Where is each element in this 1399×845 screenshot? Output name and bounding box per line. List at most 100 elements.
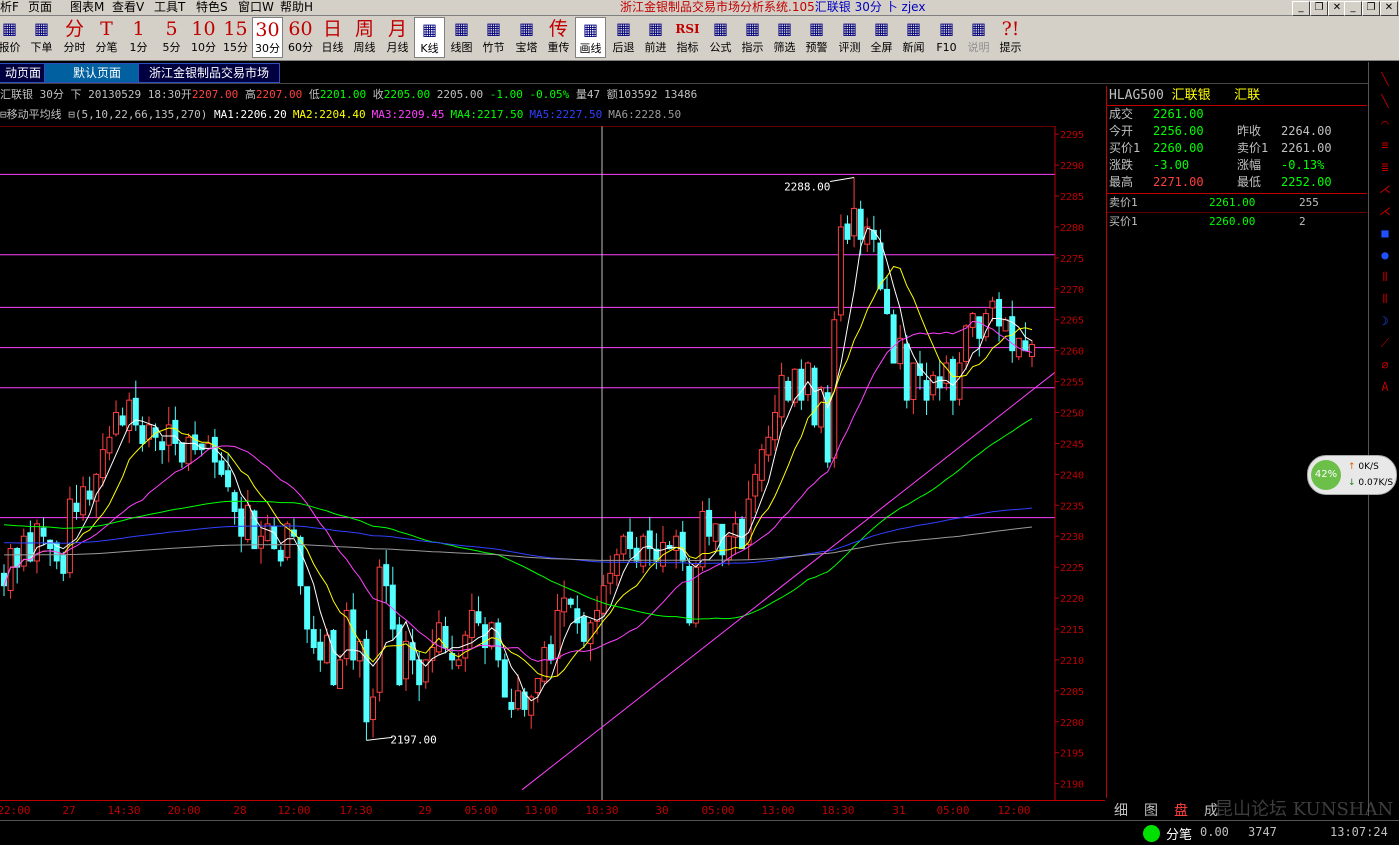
- info-extra: 13486: [664, 88, 698, 101]
- toolbar-label: 筛选: [773, 41, 796, 54]
- filter-icon: ▦: [776, 19, 793, 38]
- toolbar-label: 60分: [288, 41, 313, 54]
- parallel-tool-icon[interactable]: ≡: [1377, 138, 1393, 152]
- menu-special[interactable]: 特色S: [196, 0, 228, 14]
- toolbar-button-8[interactable]: 30 30分: [252, 17, 283, 58]
- candle-body: [785, 380, 792, 401]
- close-button[interactable]: ✕: [1380, 1, 1398, 16]
- toolbar-button-3[interactable]: T 分笔: [91, 17, 122, 58]
- toolbar-button-26[interactable]: ▦ 评测: [834, 17, 865, 58]
- candle-body: [976, 316, 983, 339]
- mdi-restore-button[interactable]: ❐: [1310, 1, 1328, 16]
- menu-window[interactable]: 窗口W: [238, 0, 274, 14]
- toolbar-button-15[interactable]: ▦ 竹节: [478, 17, 509, 58]
- menu-page[interactable]: 页面: [28, 0, 52, 14]
- candle-body: [304, 586, 311, 630]
- candle-body: [113, 412, 120, 435]
- toolbar-button-28[interactable]: ▦ 新闻: [898, 17, 929, 58]
- spiral-tool-icon[interactable]: ☽: [1377, 314, 1393, 328]
- toolbar-button-1[interactable]: ▦ 下单: [26, 17, 57, 58]
- rect-tool-icon[interactable]: ■: [1377, 226, 1393, 240]
- gann-tool-icon[interactable]: ⋌: [1377, 204, 1393, 218]
- candle-body: [613, 554, 620, 576]
- text-tool-icon[interactable]: A: [1377, 380, 1393, 394]
- toolbar-button-13[interactable]: ▦ K线: [414, 17, 445, 58]
- toolbar-button-23[interactable]: ▦ 指示: [737, 17, 768, 58]
- toolbar-button-5[interactable]: 5 5分: [156, 17, 187, 58]
- tab-zjex-market[interactable]: 浙江金银制品交易市场: [138, 63, 280, 83]
- candle-body: [851, 207, 858, 237]
- cycle-tool-icon[interactable]: ⦀: [1377, 270, 1393, 284]
- toolbar-button-0[interactable]: ▦ 报价: [0, 17, 25, 58]
- minimize-button[interactable]: _: [1344, 1, 1362, 16]
- restore-button[interactable]: ❐: [1362, 1, 1380, 16]
- toolbar-button-24[interactable]: ▦ 筛选: [769, 17, 800, 58]
- toolbar-button-20[interactable]: ▦ 前进: [640, 17, 671, 58]
- toolbar-button-31[interactable]: ?! 提示: [995, 17, 1026, 58]
- x-tick-label: 13:00: [761, 804, 794, 817]
- fan-tool-icon[interactable]: ⋌: [1377, 182, 1393, 196]
- toolbar-button-6[interactable]: 10 10分: [188, 17, 219, 58]
- kline-chart[interactable]: 2295 2290 2285 2280 2275 2270 2265 2260 2255 2250…: [0, 126, 1105, 800]
- y-tick-label: 2250: [1060, 409, 1084, 420]
- status-bar: 分笔 0.00 3747 13:07:24 昆山论坛 KUNSHAN BBS: [0, 799, 1399, 845]
- candle-body: [804, 362, 811, 396]
- toolbar-button-22[interactable]: ▦ 公式: [705, 17, 736, 58]
- toolbar-button-12[interactable]: 月月线: [382, 17, 413, 58]
- glyph-9: 60: [288, 18, 313, 40]
- tab-auto-page[interactable]: 动页面: [0, 63, 51, 83]
- toolbar-button-27[interactable]: ▦ 全屏: [866, 17, 897, 58]
- candle-body: [99, 449, 106, 479]
- network-speed-widget[interactable]: 42% ↑ 0K/S ↓ 0.07K/S: [1307, 455, 1397, 495]
- panel-tab-2[interactable]: 盘: [1174, 800, 1188, 820]
- mdi-minimize-button[interactable]: _: [1292, 1, 1310, 16]
- line-tool-icon[interactable]: ╲: [1377, 72, 1393, 86]
- y-tick-label: 2225: [1060, 563, 1084, 574]
- menu-tools[interactable]: 工具T: [154, 0, 185, 14]
- fib-tool-icon[interactable]: ≣: [1377, 160, 1393, 174]
- menu-chart[interactable]: 图表M: [70, 0, 104, 14]
- menu-help[interactable]: 帮助H: [280, 0, 313, 14]
- ellipse-tool-icon[interactable]: ●: [1377, 248, 1393, 262]
- candle-body: [508, 701, 515, 710]
- toolbar-button-14[interactable]: ▦ 线图: [446, 17, 477, 58]
- panel-tab-0[interactable]: 细: [1114, 800, 1128, 820]
- toolbar-button-4[interactable]: 1 1分: [123, 17, 154, 58]
- candle-body: [640, 535, 647, 567]
- glyph-6: 10: [191, 18, 216, 40]
- candle-body: [317, 641, 324, 661]
- toolbar-button-16[interactable]: ▦ 宝塔: [511, 17, 542, 58]
- period-tool-icon[interactable]: ⦀: [1377, 292, 1393, 306]
- toolbar-button-9[interactable]: 60 60分: [285, 17, 316, 58]
- toolbar-label: 预警: [805, 41, 828, 54]
- y-tick-label: 2265: [1060, 316, 1084, 327]
- candle-body: [501, 659, 508, 698]
- menu-view[interactable]: 查看V: [112, 0, 144, 14]
- info-close-label: 收: [372, 88, 384, 101]
- tab-default-page[interactable]: 默认页面: [44, 63, 150, 83]
- toolbar-button-17[interactable]: 传重传: [543, 17, 574, 58]
- toolbar-button-11[interactable]: 周周线: [349, 17, 380, 58]
- collapse-icon[interactable]: ⊟: [0, 108, 7, 121]
- info-close2: 2205.00: [436, 88, 484, 101]
- candle-body: [60, 554, 67, 574]
- eraser-tool-icon[interactable]: ⌀: [1377, 358, 1393, 372]
- toolbar-button-29[interactable]: ▦ F10: [931, 17, 962, 58]
- arc-tool-icon[interactable]: ⌒: [1377, 116, 1393, 130]
- toolbar-button-25[interactable]: ▦ 预警: [801, 17, 832, 58]
- toolbar-button-2[interactable]: 分分时: [59, 17, 90, 58]
- toolbar-button-18[interactable]: ▦ 画线: [575, 17, 606, 58]
- channel-tool-icon[interactable]: ⟋: [1377, 336, 1393, 350]
- toolbar-label: 10分: [191, 41, 216, 54]
- toolbar-button-30[interactable]: ▦ 说明: [963, 17, 994, 58]
- menu-analysis[interactable]: 析F: [0, 0, 19, 14]
- panel-tab-1[interactable]: 图: [1144, 800, 1158, 820]
- toolbar-button-19[interactable]: ▦ 后退: [608, 17, 639, 58]
- toolbar-button-7[interactable]: 15 15分: [220, 17, 251, 58]
- candle-body: [627, 531, 634, 550]
- toolbar-button-21[interactable]: RSI 指标: [672, 17, 703, 58]
- ma-name[interactable]: 移动平均线: [7, 108, 62, 121]
- ray-tool-icon[interactable]: ╲: [1377, 94, 1393, 108]
- toolbar-button-10[interactable]: 日日线: [317, 17, 348, 58]
- ma-collapse-icon[interactable]: ⊟: [68, 108, 75, 121]
